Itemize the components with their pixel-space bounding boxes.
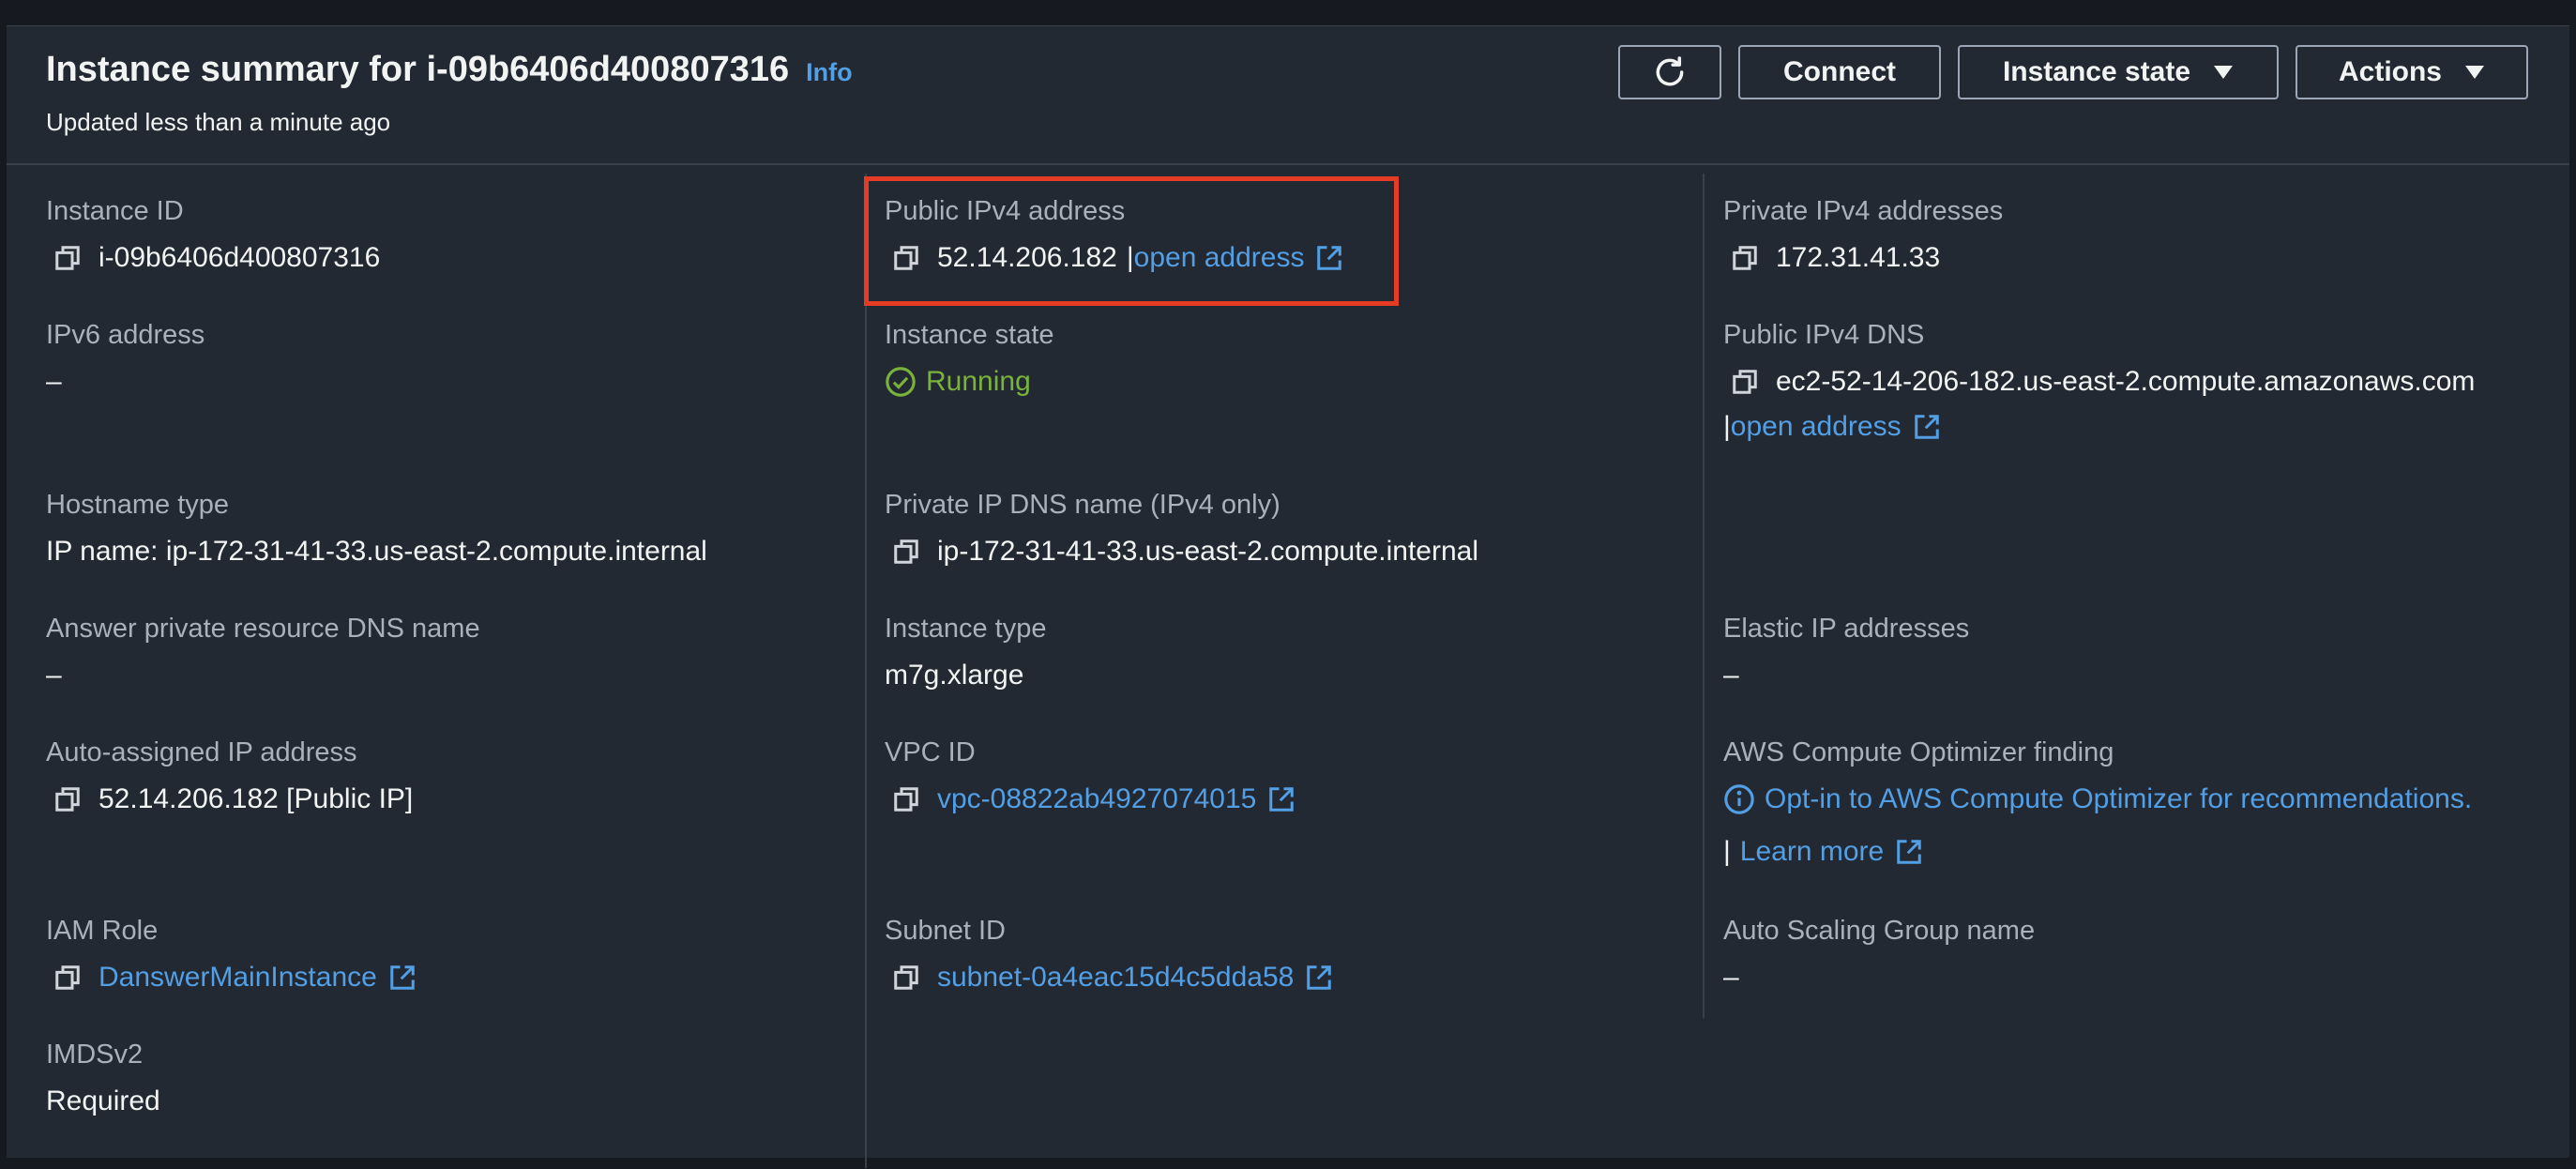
auto-scaling-group-value: – xyxy=(1723,962,1739,993)
iam-role-field: IAM Role DanswerMainInstance xyxy=(46,916,417,994)
vpc-id-link[interactable]: vpc-08822ab4927074015 xyxy=(937,783,1256,815)
title-row: Instance summary for i-09b6406d400807316… xyxy=(46,50,853,90)
copy-icon[interactable] xyxy=(892,538,920,566)
last-updated-text: Updated less than a minute ago xyxy=(46,108,391,136)
open-address-link[interactable]: open address xyxy=(1731,411,1902,443)
field-label: IAM Role xyxy=(46,916,159,946)
field-label: Auto Scaling Group name xyxy=(1723,916,2036,946)
separator: | xyxy=(1723,836,1731,867)
instance-type-value: m7g.xlarge xyxy=(885,660,1024,691)
imdsv2-field: IMDSv2 Required xyxy=(46,1040,160,1117)
hostname-type-field: Hostname type IP name: ip-172-31-41-33.u… xyxy=(46,490,707,568)
instance-state-dropdown[interactable]: Instance state xyxy=(1958,45,2279,99)
refresh-icon xyxy=(1656,56,1684,86)
instance-state-field: Instance state Running xyxy=(885,320,1054,398)
learn-more-link[interactable]: Learn more xyxy=(1740,836,1884,868)
answer-dns-value: – xyxy=(46,660,62,691)
field-label: Auto-assigned IP address xyxy=(46,737,357,767)
field-label: Public IPv4 DNS xyxy=(1723,320,1925,350)
elastic-ip-field: Elastic IP addresses – xyxy=(1723,614,1969,691)
vpc-id-field: VPC ID vpc-08822ab4927074015 xyxy=(885,737,1296,815)
field-label: Elastic IP addresses xyxy=(1723,614,1970,644)
elastic-ip-value: – xyxy=(1723,660,1739,691)
field-label: VPC ID xyxy=(885,737,976,767)
auto-assigned-ip-value: 52.14.206.182 [Public IP] xyxy=(98,783,414,814)
field-label: Private IPv4 addresses xyxy=(1723,196,2004,226)
page-title: Instance summary for i-09b6406d400807316 xyxy=(46,50,790,89)
copy-icon[interactable] xyxy=(1731,368,1759,396)
private-ipv4-field: Private IPv4 addresses 172.31.41.33 xyxy=(1723,196,2003,274)
actions-dropdown[interactable]: Actions xyxy=(2296,45,2528,99)
instance-id-field: Instance ID i-09b6406d400807316 xyxy=(46,196,380,274)
field-label: IMDSv2 xyxy=(46,1040,144,1070)
hostname-type-value: IP name: ip-172-31-41-33.us-east-2.compu… xyxy=(46,536,707,567)
field-label: Answer private resource DNS name xyxy=(46,614,480,644)
iam-role-link[interactable]: DanswerMainInstance xyxy=(98,962,377,994)
instance-summary-panel: Instance summary for i-09b6406d400807316… xyxy=(7,25,2569,1168)
highlight-box xyxy=(864,176,1399,306)
field-label: Subnet ID xyxy=(885,916,1006,946)
column-divider xyxy=(865,174,867,1168)
auto-assigned-ip-field: Auto-assigned IP address 52.14.206.182 [… xyxy=(46,737,413,815)
refresh-button[interactable] xyxy=(1618,45,1721,99)
external-link-icon[interactable] xyxy=(1895,838,1923,866)
info-link[interactable]: Info xyxy=(806,58,852,87)
copy-icon[interactable] xyxy=(53,785,82,813)
field-label: Private IP DNS name (IPv4 only) xyxy=(885,490,1280,520)
private-dns-field: Private IP DNS name (IPv4 only) ip-172-3… xyxy=(885,490,1478,568)
connect-button[interactable]: Connect xyxy=(1738,45,1941,99)
field-label: AWS Compute Optimizer finding xyxy=(1723,737,2114,767)
connect-button-label: Connect xyxy=(1783,56,1896,87)
ipv6-field: IPv6 address – xyxy=(46,320,205,398)
imdsv2-value: Required xyxy=(46,1086,160,1116)
check-circle-icon xyxy=(886,367,916,397)
external-link-icon[interactable] xyxy=(1913,413,1941,441)
ipv6-value: – xyxy=(46,366,62,397)
public-dns-field: Public IPv4 DNS ec2-52-14-206-182.us-eas… xyxy=(1723,320,2475,443)
external-link-icon[interactable] xyxy=(1267,785,1296,813)
field-label: Instance ID xyxy=(46,196,184,226)
copy-icon[interactable] xyxy=(53,244,82,272)
auto-scaling-group-field: Auto Scaling Group name – xyxy=(1723,916,2035,994)
field-label: Instance state xyxy=(885,320,1054,350)
copy-icon[interactable] xyxy=(892,785,920,813)
caret-down-icon xyxy=(2214,66,2234,79)
compute-optimizer-field: AWS Compute Optimizer finding Opt-in to … xyxy=(1723,737,2472,868)
instance-id-value: i-09b6406d400807316 xyxy=(98,242,381,273)
answer-dns-field: Answer private resource DNS name – xyxy=(46,614,480,691)
summary-header: Instance summary for i-09b6406d400807316… xyxy=(7,26,2569,165)
copy-icon[interactable] xyxy=(1731,244,1759,272)
subnet-id-field: Subnet ID subnet-0a4eac15d4c5dda58 xyxy=(885,916,1333,994)
instance-state-value: Running xyxy=(926,366,1031,397)
copy-icon[interactable] xyxy=(53,964,82,992)
private-dns-value: ip-172-31-41-33.us-east-2.compute.intern… xyxy=(937,536,1478,567)
subnet-id-link[interactable]: subnet-0a4eac15d4c5dda58 xyxy=(937,962,1294,994)
field-label: IPv6 address xyxy=(46,320,205,350)
external-link-icon[interactable] xyxy=(1305,964,1333,992)
public-dns-value: ec2-52-14-206-182.us-east-2.compute.amaz… xyxy=(1776,366,2476,397)
caret-down-icon xyxy=(2465,66,2484,79)
info-icon xyxy=(1724,784,1754,814)
field-label: Instance type xyxy=(885,614,1047,644)
external-link-icon[interactable] xyxy=(388,964,417,992)
instance-type-field: Instance type m7g.xlarge xyxy=(885,614,1047,691)
copy-icon[interactable] xyxy=(892,964,920,992)
separator: | xyxy=(1723,411,1731,442)
actions-label: Actions xyxy=(2338,56,2442,87)
field-label: Hostname type xyxy=(46,490,230,520)
column-divider xyxy=(1703,174,1705,1018)
private-ipv4-value: 172.31.41.33 xyxy=(1776,242,1941,273)
instance-state-label: Instance state xyxy=(2002,56,2191,87)
opt-in-optimizer-link[interactable]: Opt-in to AWS Compute Optimizer for reco… xyxy=(1765,783,2472,815)
